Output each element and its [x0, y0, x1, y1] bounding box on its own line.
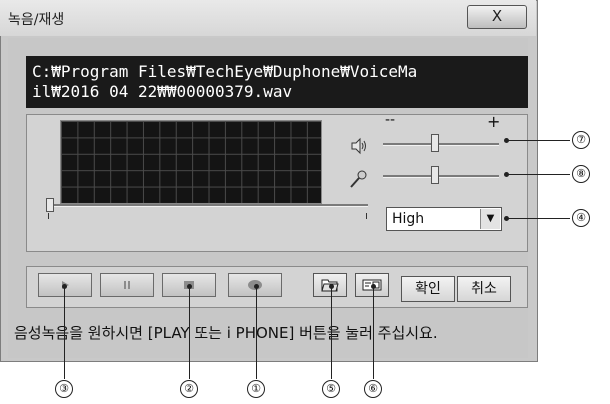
callout-2-leader	[189, 287, 190, 379]
callout-5-dot	[329, 284, 334, 289]
callout-8-dot	[504, 172, 509, 177]
position-slider-track[interactable]	[50, 204, 368, 207]
close-icon: X	[491, 7, 503, 25]
callout-8-leader	[506, 174, 570, 175]
callout-4: ④	[572, 209, 590, 227]
level-min-label: --	[385, 112, 396, 128]
confirm-button[interactable]: 확인	[401, 276, 455, 302]
callout-1-dot	[254, 284, 259, 289]
speaker-icon	[351, 137, 366, 155]
callout-4-leader	[506, 218, 570, 219]
position-slider-thumb[interactable]	[46, 198, 54, 212]
close-button[interactable]: X	[467, 5, 527, 29]
mic-volume-thumb[interactable]	[431, 166, 440, 184]
speaker-volume-thumb[interactable]	[431, 134, 440, 152]
quality-select[interactable]: High ▼	[386, 207, 502, 231]
callout-3-leader	[64, 287, 65, 379]
callout-6: ⑥	[364, 380, 382, 398]
callout-2-dot	[187, 284, 192, 289]
title-bar	[0, 0, 536, 36]
callout-7-dot	[504, 138, 509, 143]
file-path-display: C:₩Program Files₩TechEye₩Duphone₩VoiceMa…	[26, 56, 528, 108]
callout-1-leader	[256, 287, 257, 379]
speaker-volume-track[interactable]	[383, 143, 499, 146]
file-path-line-2: il₩2016 04 22₩₩00000379.wav	[32, 82, 293, 101]
status-message: 음성녹음을 원하시면 [PLAY 또는 i PHONE] 버튼을 눌러 주십시요…	[14, 324, 438, 342]
window-title: 녹음/재생	[8, 12, 65, 28]
position-start-tick	[48, 213, 49, 219]
callout-4-dot	[504, 216, 509, 221]
callout-5: ⑤	[322, 380, 340, 398]
microphone-icon	[350, 170, 367, 188]
callout-3: ③	[55, 380, 73, 398]
callout-8: ⑧	[572, 165, 590, 183]
level-max-label: +	[487, 112, 501, 131]
file-path-line-1: C:₩Program Files₩TechEye₩Duphone₩VoiceMa	[32, 62, 418, 81]
waveform-display	[60, 120, 322, 204]
callout-7-leader	[506, 140, 570, 141]
pause-icon	[124, 281, 130, 289]
callout-5-leader	[331, 287, 332, 379]
quality-value: High	[392, 211, 425, 227]
chevron-down-icon[interactable]: ▼	[480, 209, 500, 229]
callout-1: ①	[247, 380, 265, 398]
callout-6-dot	[371, 284, 376, 289]
mic-volume-track[interactable]	[383, 175, 499, 178]
cancel-button[interactable]: 취소	[457, 276, 511, 302]
pause-button[interactable]	[100, 273, 154, 297]
position-end-tick	[366, 213, 367, 219]
callout-6-leader	[373, 287, 374, 379]
callout-7: ⑦	[572, 131, 590, 149]
callout-2: ②	[180, 380, 198, 398]
callout-3-dot	[62, 284, 67, 289]
